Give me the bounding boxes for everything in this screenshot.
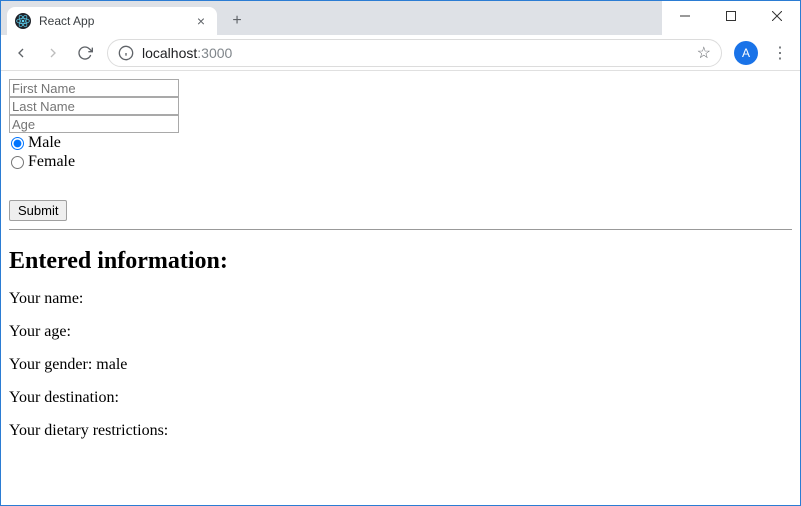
last-name-input[interactable]	[9, 97, 179, 115]
output-gender: Your gender: male	[9, 356, 792, 374]
react-favicon-icon	[15, 13, 31, 29]
gender-male-radio[interactable]	[11, 137, 24, 150]
avatar-initial: A	[742, 46, 750, 60]
output-name-label: Your name:	[9, 290, 83, 307]
browser-menu-button[interactable]: ⋮	[766, 39, 794, 67]
bookmark-star-icon[interactable]: ☆	[697, 43, 711, 63]
output-destination-label: Your destination:	[9, 389, 119, 406]
minimize-button[interactable]	[662, 1, 708, 31]
gender-female-radio[interactable]	[11, 156, 24, 169]
close-tab-icon[interactable]: ×	[195, 13, 207, 29]
forward-button[interactable]	[39, 39, 67, 67]
output-destination: Your destination:	[9, 389, 792, 407]
divider	[9, 229, 792, 230]
output-dietary-label: Your dietary restrictions:	[9, 422, 168, 439]
gender-male-row: Male	[9, 134, 792, 152]
profile-avatar[interactable]: A	[734, 41, 758, 65]
browser-tab[interactable]: React App ×	[7, 7, 217, 35]
submit-button[interactable]: Submit	[9, 200, 67, 221]
address-bar[interactable]: localhost:3000 ☆	[107, 39, 722, 67]
tab-title: React App	[39, 14, 189, 28]
gender-female-row: Female	[9, 153, 792, 171]
window-titlebar: React App × +	[1, 1, 800, 35]
output-age-label: Your age:	[9, 323, 71, 340]
output-age: Your age:	[9, 323, 792, 341]
url-port: :3000	[197, 45, 232, 61]
maximize-button[interactable]	[708, 1, 754, 31]
output-gender-value: male	[96, 356, 127, 373]
tab-strip: React App × +	[1, 1, 662, 35]
first-name-input[interactable]	[9, 79, 179, 97]
url-host: localhost	[142, 45, 197, 61]
site-info-icon[interactable]	[118, 45, 134, 61]
reload-button[interactable]	[71, 39, 99, 67]
gender-female-label: Female	[28, 153, 75, 171]
page-content: Male Female Submit Entered information: …	[1, 71, 800, 463]
close-window-button[interactable]	[754, 1, 800, 31]
output-heading: Entered information:	[9, 248, 792, 275]
output-name: Your name:	[9, 290, 792, 308]
window-controls	[662, 1, 800, 31]
output-gender-label: Your gender:	[9, 356, 96, 373]
back-button[interactable]	[7, 39, 35, 67]
age-input[interactable]	[9, 115, 179, 133]
new-tab-button[interactable]: +	[223, 7, 251, 35]
output-dietary: Your dietary restrictions:	[9, 422, 792, 440]
browser-navbar: localhost:3000 ☆ A ⋮	[1, 35, 800, 71]
gender-male-label: Male	[28, 134, 61, 152]
